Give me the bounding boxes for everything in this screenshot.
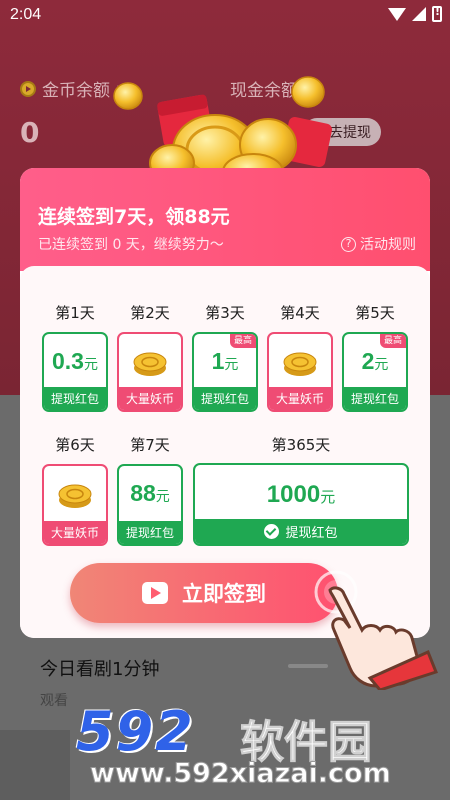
signin-now-button[interactable]: 立即签到	[70, 563, 338, 623]
pointing-hand-icon	[314, 570, 438, 690]
card-amount: 1元	[211, 348, 239, 374]
check-icon	[264, 524, 280, 539]
site-watermark: 592 软件园 www.592xiazai.com	[70, 700, 450, 800]
watermark-brand: 592	[76, 700, 195, 763]
card-amount: 88元	[130, 480, 170, 506]
day-label: 第365天	[271, 436, 331, 454]
max-badge: 最高	[379, 334, 406, 348]
bottom-nav-item[interactable]	[0, 730, 70, 800]
day-card-4[interactable]: 大量妖币	[267, 332, 333, 412]
activity-rules-link[interactable]: ? 活动规则	[341, 234, 416, 254]
question-icon: ?	[341, 236, 356, 252]
card-amount: 2元	[361, 348, 389, 374]
day-card-2[interactable]: 大量妖币	[117, 332, 183, 412]
day-card-365[interactable]: 1000元 提现红包	[193, 463, 409, 546]
card-footer: 提现红包	[119, 521, 181, 544]
day-card-6[interactable]: 大量妖币	[42, 464, 108, 546]
day-label: 第6天	[55, 436, 95, 454]
day-card-3[interactable]: 最高 1元 提现红包	[192, 332, 258, 412]
day-label: 第2天	[130, 304, 170, 322]
task-subtitle: 观看	[40, 693, 68, 709]
card-footer: 大量妖币	[44, 521, 106, 544]
task-progress-bar	[288, 664, 328, 668]
play-icon	[142, 582, 168, 604]
card-footer: 提现红包	[344, 387, 406, 410]
card-footer-label: 提现红包	[285, 526, 338, 541]
card-amount: 0.3元	[52, 348, 98, 374]
coin-stack-icon	[58, 484, 92, 508]
day-card-5[interactable]: 最高 2元 提现红包	[342, 332, 408, 412]
day-card-7[interactable]: 88元 提现红包	[117, 464, 183, 546]
day-card-1[interactable]: 0.3元 提现红包	[42, 332, 108, 412]
day-label: 第7天	[130, 436, 170, 454]
popup-subtitle: 已连续签到 0 天，继续努力～	[38, 237, 224, 253]
card-footer: 大量妖币	[119, 387, 181, 410]
card-footer: 提现红包	[44, 387, 106, 410]
coin-stack-icon	[283, 352, 317, 376]
coin-stack-icon	[133, 352, 167, 376]
card-footer: 提现红包	[194, 387, 256, 410]
popup-title: 连续签到7天，领88元	[38, 206, 230, 228]
day-label: 第1天	[55, 304, 95, 322]
task-title: 今日看剧1分钟	[40, 659, 160, 680]
activity-rules-label: 活动规则	[360, 237, 416, 253]
card-footer: 提现红包	[195, 519, 407, 544]
day-label: 第5天	[355, 304, 395, 322]
watermark-url: www.592xiazai.com	[90, 758, 392, 790]
card-footer: 大量妖币	[269, 387, 331, 410]
card-amount: 1000元	[266, 481, 336, 508]
signin-now-label: 立即签到	[182, 582, 266, 606]
max-badge: 最高	[229, 334, 256, 348]
day-label: 第3天	[205, 304, 245, 322]
popup-header: 连续签到7天，领88元 已连续签到 0 天，继续努力～ ? 活动规则	[20, 168, 430, 271]
day-label: 第4天	[280, 304, 320, 322]
